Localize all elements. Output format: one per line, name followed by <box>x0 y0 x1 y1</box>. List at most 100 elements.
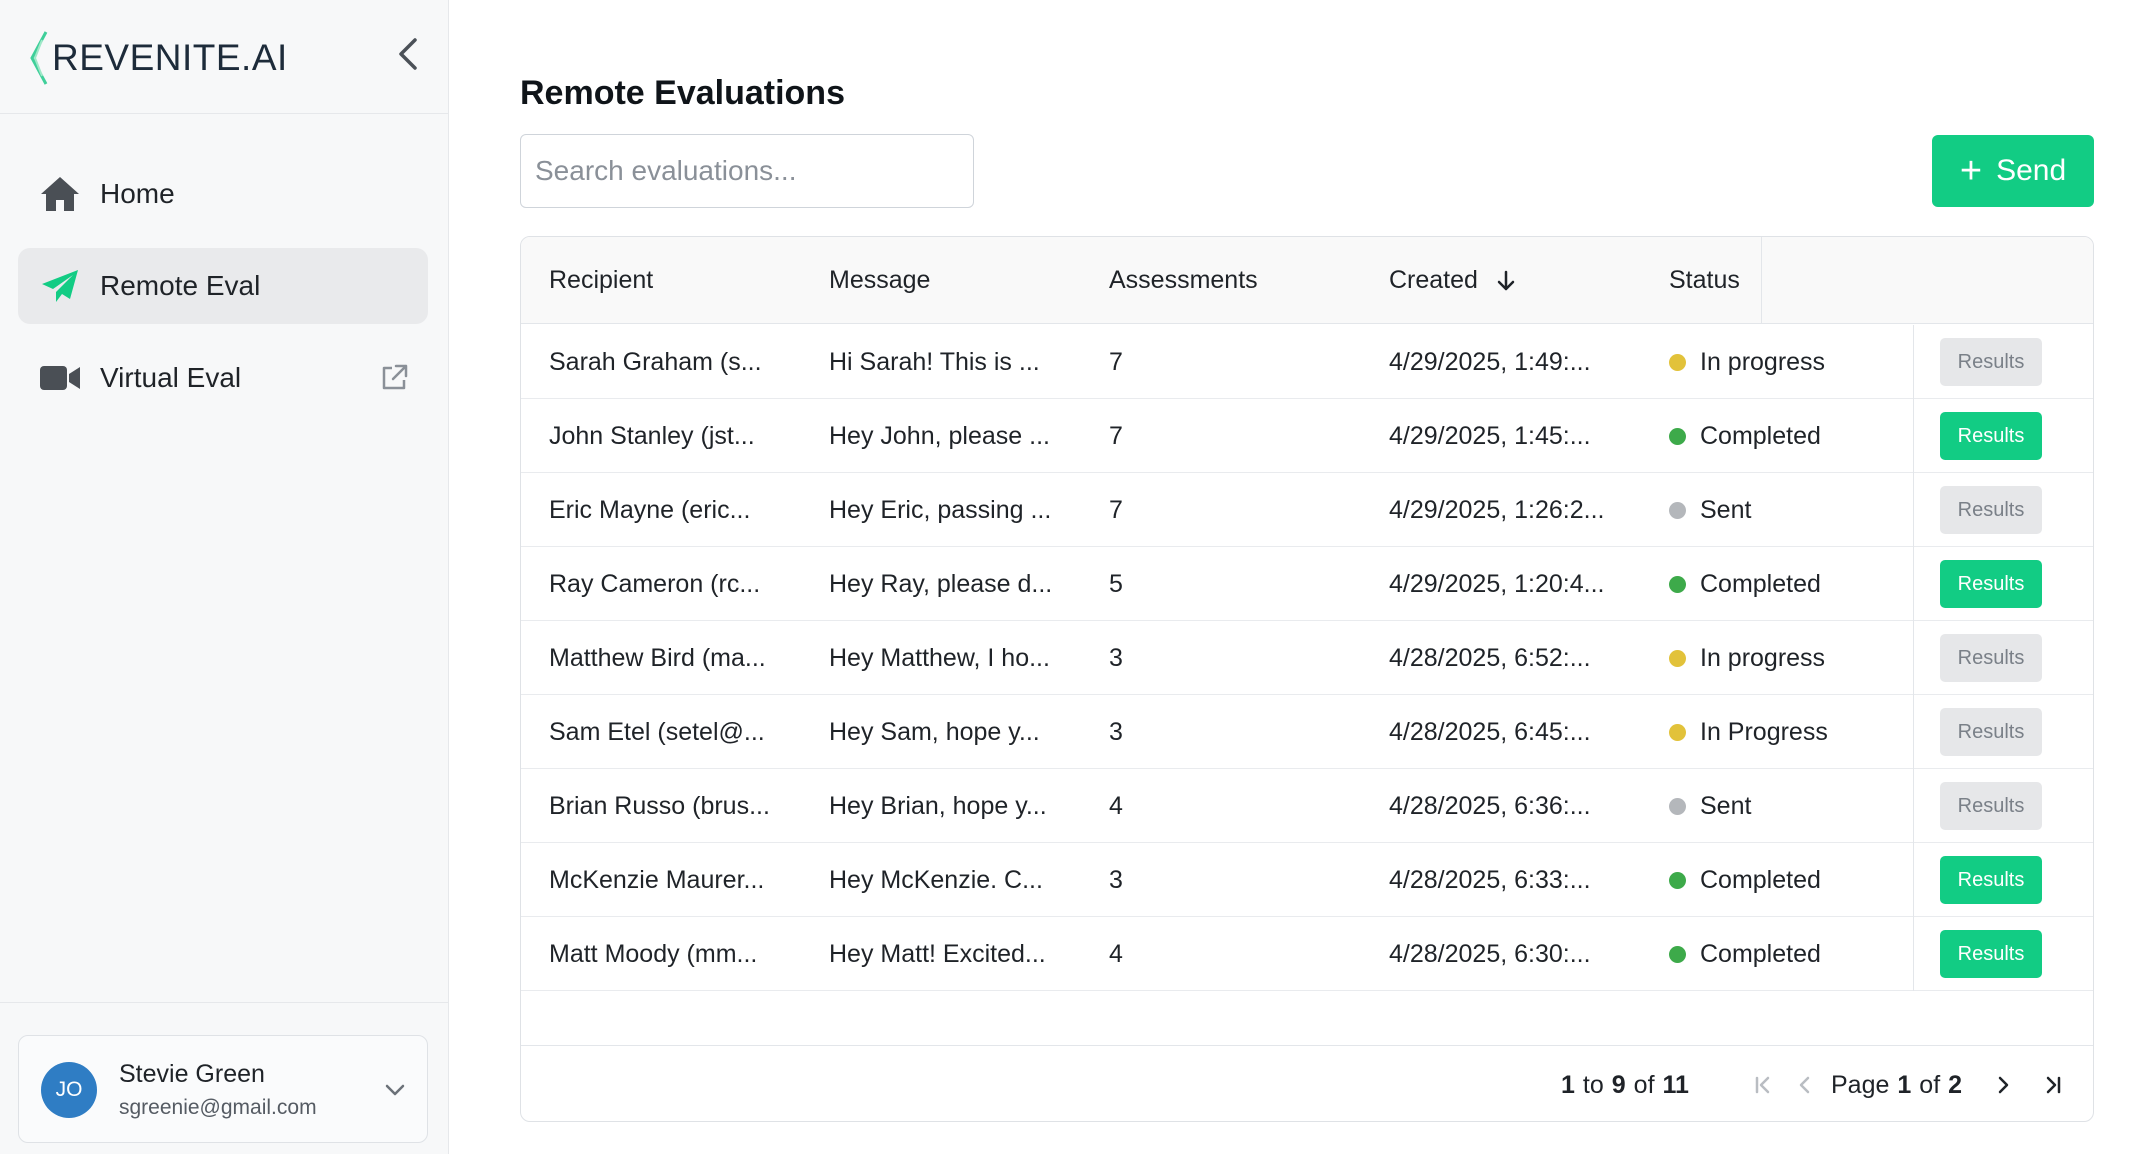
table-row[interactable]: Sam Etel (setel@... Hey Sam, hope y... 3 4/… <box>521 695 2093 769</box>
sidebar-item-label: Remote Eval <box>100 270 261 301</box>
last-page-icon <box>2046 1076 2061 1094</box>
row-range: 1 to 9 of 11 <box>1561 1046 1689 1121</box>
message-cell: Hey Ray, please d... <box>829 569 1053 598</box>
status-text: In progress <box>1700 643 1826 672</box>
results-button[interactable]: Results <box>1940 560 2042 608</box>
column-divider <box>1761 237 1762 324</box>
column-header-message[interactable]: Message <box>829 237 930 324</box>
table-row[interactable]: Eric Mayne (eric... Hey Eric, passing ...… <box>521 473 2093 547</box>
status-cell: Completed <box>1669 547 1821 621</box>
user-menu-button[interactable]: JO Stevie Green sgreenie@gmail.com <box>18 1035 428 1143</box>
logo-mark-icon <box>30 31 48 85</box>
chevron-left-icon <box>399 38 417 70</box>
table-row[interactable]: Sarah Graham (s... Hi Sarah! This is ... 7… <box>521 325 2093 399</box>
results-button: Results <box>1940 782 2042 830</box>
recipient-cell: Sam Etel (setel@... <box>549 717 765 746</box>
column-header-recipient[interactable]: Recipient <box>549 237 653 324</box>
column-header-assessments[interactable]: Assessments <box>1109 237 1258 324</box>
status-cell: Completed <box>1669 843 1821 917</box>
action-cell: Results <box>1913 473 2093 547</box>
page-of-word: of <box>1919 1070 1941 1099</box>
table-row[interactable]: Ray Cameron (rc... Hey Ray, please d... 5 4… <box>521 547 2093 621</box>
message-cell: Hey Brian, hope y... <box>829 791 1047 820</box>
status-dot-icon <box>1669 649 1686 667</box>
sidebar-item-label: Home <box>100 178 175 209</box>
sidebar-item-virtual-eval[interactable]: Virtual Eval <box>18 340 428 416</box>
recipient-cell: McKenzie Maurer... <box>549 865 765 894</box>
send-button-label: Send <box>1996 154 2067 187</box>
user-email: sgreenie@gmail.com <box>119 1096 317 1119</box>
status-text: Completed <box>1700 569 1821 598</box>
avatar: JO <box>41 1062 97 1118</box>
created-cell: 4/29/2025, 1:49:... <box>1389 347 1591 376</box>
created-cell: 4/28/2025, 6:52:... <box>1389 643 1591 672</box>
chevron-down-icon <box>385 1084 405 1096</box>
sidebar-item-home[interactable]: Home <box>18 156 428 232</box>
previous-page-button[interactable] <box>1789 1069 1821 1101</box>
status-text: Sent <box>1700 495 1752 524</box>
pagination-bar: 1 to 9 of 11 Page 1 of 2 <box>521 1045 2093 1121</box>
column-label: Message <box>829 266 931 294</box>
last-page-button[interactable] <box>2037 1069 2069 1101</box>
table-row[interactable]: Brian Russo (brus... Hey Brian, hope y...… <box>521 769 2093 843</box>
recipient-cell: Brian Russo (brus... <box>549 791 770 820</box>
assessments-cell: 3 <box>1109 717 1123 746</box>
assessments-cell: 5 <box>1109 569 1123 598</box>
total-pages: 2 <box>1948 1070 1963 1099</box>
message-cell: Hey Matthew, I ho... <box>829 643 1050 672</box>
sidebar-nav: Home Remote Eval Virtual Eval <box>18 156 428 432</box>
created-cell: 4/28/2025, 6:33:... <box>1389 865 1591 894</box>
status-text: Completed <box>1700 421 1821 450</box>
assessments-cell: 4 <box>1109 939 1123 968</box>
action-cell: Results <box>1913 843 2093 917</box>
results-button[interactable]: Results <box>1940 930 2042 978</box>
column-label: Status <box>1669 266 1740 294</box>
status-cell: Sent <box>1669 769 1751 843</box>
brand-name: REVENITE.AI <box>52 37 288 78</box>
status-text: In progress <box>1700 347 1826 376</box>
sidebar-item-label: Virtual Eval <box>100 362 242 393</box>
column-header-status[interactable]: Status <box>1669 237 1740 324</box>
column-label: Assessments <box>1109 266 1258 294</box>
status-dot-icon <box>1669 353 1686 371</box>
logo[interactable]: REVENITE.AI <box>28 30 288 86</box>
recipient-cell: Matthew Bird (ma... <box>549 643 766 672</box>
chevron-left-icon <box>1799 1076 1810 1094</box>
recipient-cell: Sarah Graham (s... <box>549 347 762 376</box>
action-cell: Results <box>1913 769 2093 843</box>
collapse-sidebar-button[interactable] <box>388 34 428 74</box>
results-button[interactable]: Results <box>1940 856 2042 904</box>
created-cell: 4/28/2025, 6:45:... <box>1389 717 1591 746</box>
message-cell: Hey Eric, passing ... <box>829 495 1052 524</box>
table-row[interactable]: John Stanley (jst... Hey John, please ...… <box>521 399 2093 473</box>
column-label: Created <box>1389 266 1478 294</box>
table-header: Recipient Message Assessments Created St… <box>521 237 2093 324</box>
user-area: JO Stevie Green sgreenie@gmail.com <box>0 1002 448 1154</box>
paper-plane-icon <box>38 264 82 308</box>
status-dot-icon <box>1669 945 1686 963</box>
action-cell: Results <box>1913 695 2093 769</box>
status-dot-icon <box>1669 797 1686 815</box>
table-row[interactable]: Matt Moody (mm... Hey Matt! Excited... 4 4/… <box>521 917 2093 991</box>
status-dot-icon <box>1669 575 1686 593</box>
action-cell: Results <box>1913 325 2093 399</box>
next-page-button[interactable] <box>1987 1069 2019 1101</box>
external-link-icon[interactable] <box>378 362 410 394</box>
created-cell: 4/29/2025, 1:20:4... <box>1389 569 1605 598</box>
message-cell: Hey McKenzie. C... <box>829 865 1043 894</box>
sidebar-item-remote-eval[interactable]: Remote Eval <box>18 248 428 324</box>
results-button[interactable]: Results <box>1940 412 2042 460</box>
status-dot-icon <box>1669 871 1686 889</box>
home-icon <box>38 172 82 216</box>
action-cell: Results <box>1913 547 2093 621</box>
video-camera-icon <box>38 356 82 400</box>
message-cell: Hey Matt! Excited... <box>829 939 1046 968</box>
column-header-created[interactable]: Created <box>1389 237 1518 324</box>
first-page-button[interactable] <box>1747 1069 1779 1101</box>
table-row[interactable]: McKenzie Maurer... Hey McKenzie. C... 3 4/2… <box>521 843 2093 917</box>
send-button[interactable]: + Send <box>1932 135 2094 207</box>
search-input[interactable] <box>520 134 974 208</box>
sidebar: REVENITE.AI Home Remote Eval Virtual Eva… <box>0 0 449 1154</box>
status-cell: Sent <box>1669 473 1751 547</box>
table-row[interactable]: Matthew Bird (ma... Hey Matthew, I ho... 3… <box>521 621 2093 695</box>
